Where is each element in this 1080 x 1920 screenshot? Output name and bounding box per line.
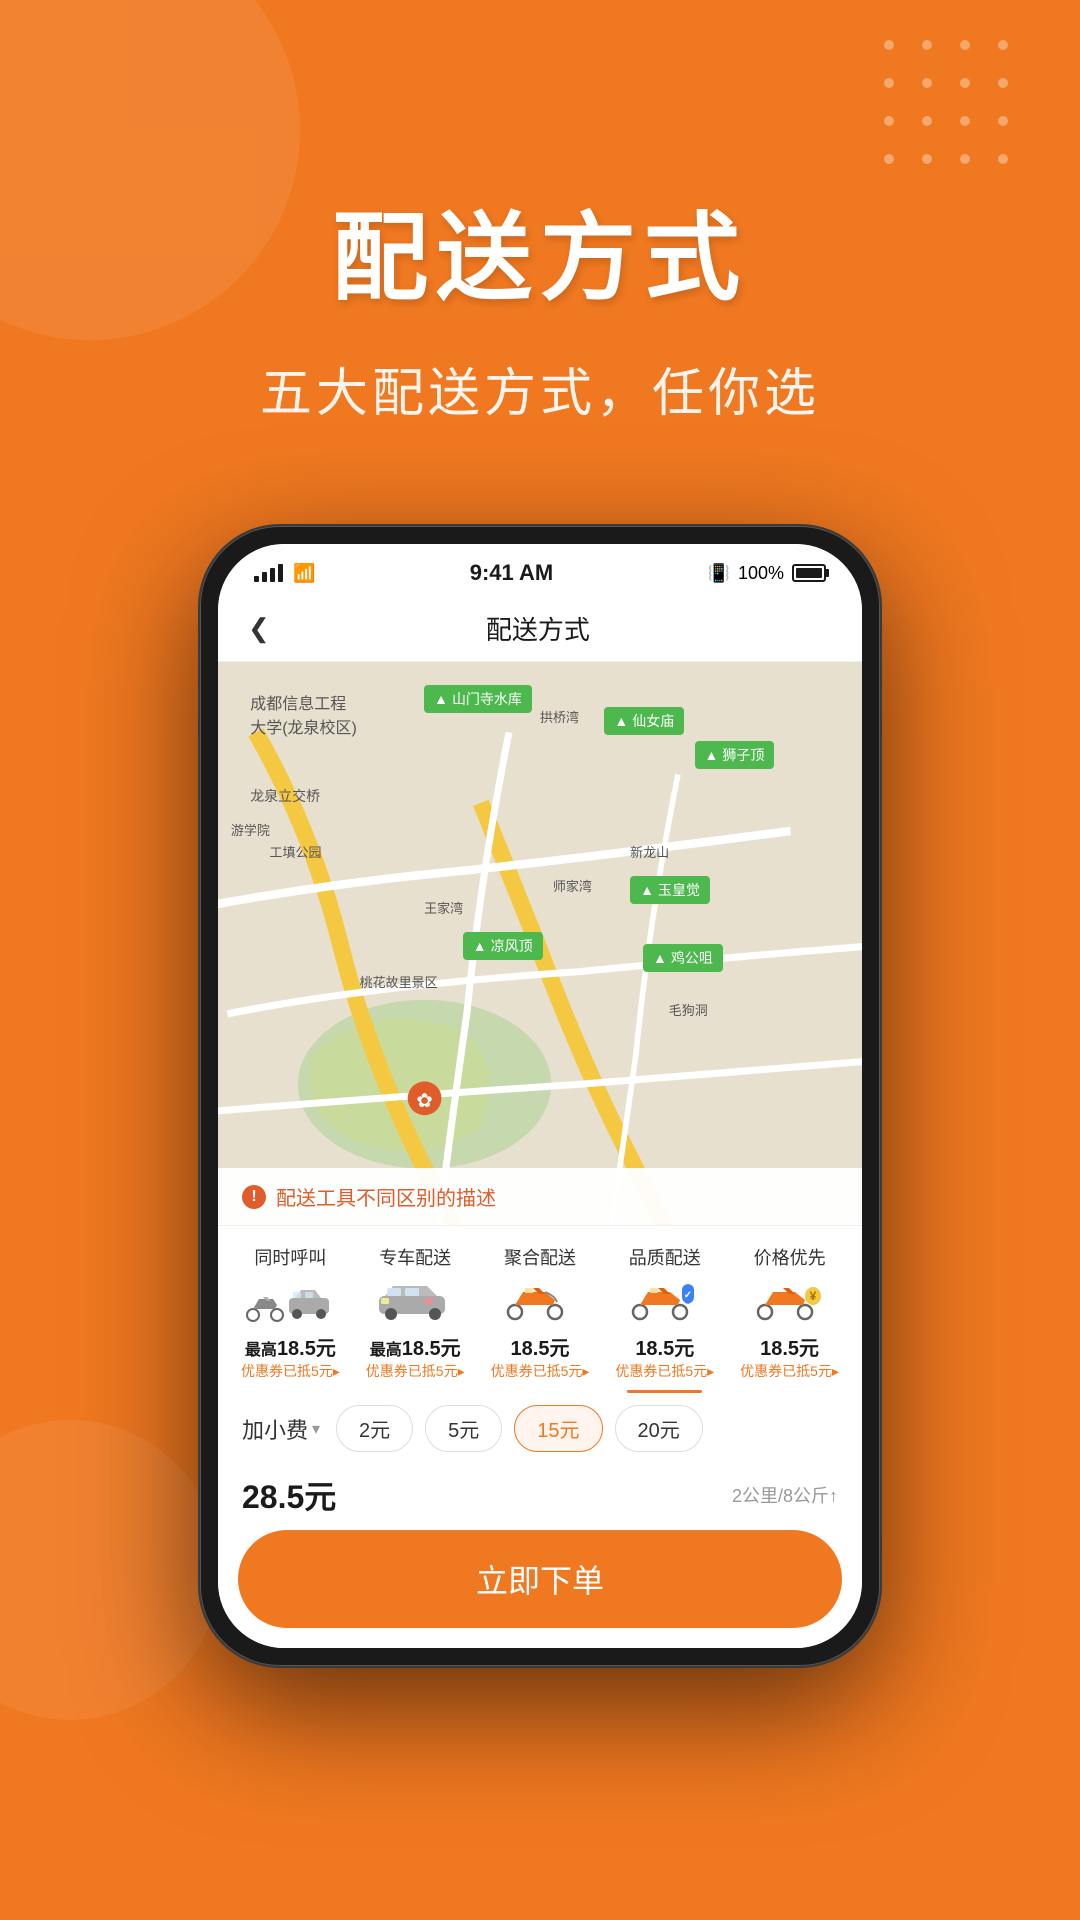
delivery-tabs: 同时呼叫 — [218, 1226, 862, 1393]
phone-mockup: 📶 9:41 AM 📳 100% ❮ 配送方式 — [200, 526, 880, 1666]
back-button[interactable]: ❮ — [248, 613, 270, 644]
svg-text:✿: ✿ — [416, 1090, 433, 1112]
extra-fee-label: 加小费 ▾ — [242, 1413, 320, 1445]
fee-20[interactable]: 20元 — [615, 1405, 703, 1452]
svg-text:¥: ¥ — [809, 1289, 816, 1303]
battery-icon — [792, 564, 826, 582]
fee-5[interactable]: 5元 — [425, 1405, 502, 1452]
status-left: 📶 — [254, 563, 315, 584]
delivery-panel: 同时呼叫 — [218, 1225, 862, 1648]
battery-text: 100% — [738, 563, 784, 584]
hero-subtitle: 五大配送方式，任你选 — [260, 351, 820, 426]
delivery-tab-4[interactable]: 品质配送 ✓ — [602, 1244, 727, 1393]
phone-outer: 📶 9:41 AM 📳 100% ❮ 配送方式 — [200, 526, 880, 1666]
phone-inner: 📶 9:41 AM 📳 100% ❮ 配送方式 — [218, 544, 862, 1648]
bluetooth-icon: 📳 — [708, 563, 730, 584]
hero-title: 配送方式 — [332, 180, 748, 319]
total-row: 28.5元 2公里/8公斤↑ — [218, 1464, 862, 1530]
svg-text:✓: ✓ — [684, 1290, 692, 1301]
status-bar: 📶 9:41 AM 📳 100% — [218, 544, 862, 596]
extra-fee-row: 加小费 ▾ 2元 5元 15元 20元 — [218, 1393, 862, 1464]
total-price: 28.5元 — [242, 1472, 336, 1518]
status-time: 9:41 AM — [470, 560, 554, 586]
map-area: ✿ 成都信息工程大学(龙泉校区) 龙泉立交桥 游学院 王家湾 工填公园 桃花故里… — [218, 662, 862, 1225]
nav-title: 配送方式 — [290, 610, 786, 647]
warning-text: 配送工具不同区别的描述 — [276, 1182, 496, 1211]
total-info: 2公里/8公斤↑ — [732, 1482, 838, 1508]
fee-2[interactable]: 2元 — [336, 1405, 413, 1452]
delivery-tab-1[interactable]: 同时呼叫 — [228, 1244, 353, 1393]
delivery-tab-2[interactable]: 专车配送 — [353, 1244, 478, 1393]
battery-fill — [796, 568, 822, 578]
delivery-tab-3[interactable]: 聚合配送 18. — [478, 1244, 603, 1393]
extra-fee-options: 2元 5元 15元 20元 — [336, 1405, 703, 1452]
warning-icon: ! — [242, 1185, 266, 1209]
fee-15[interactable]: 15元 — [514, 1405, 602, 1452]
map-svg: ✿ — [218, 662, 862, 1225]
nav-bar: ❮ 配送方式 — [218, 596, 862, 662]
order-button[interactable]: 立即下单 — [238, 1530, 842, 1628]
map-warning: ! 配送工具不同区别的描述 — [218, 1168, 862, 1225]
signal-bars — [254, 564, 283, 582]
delivery-tab-5[interactable]: 价格优先 ¥ — [727, 1244, 852, 1393]
status-right: 📳 100% — [708, 563, 826, 584]
wifi-icon: 📶 — [293, 563, 315, 584]
